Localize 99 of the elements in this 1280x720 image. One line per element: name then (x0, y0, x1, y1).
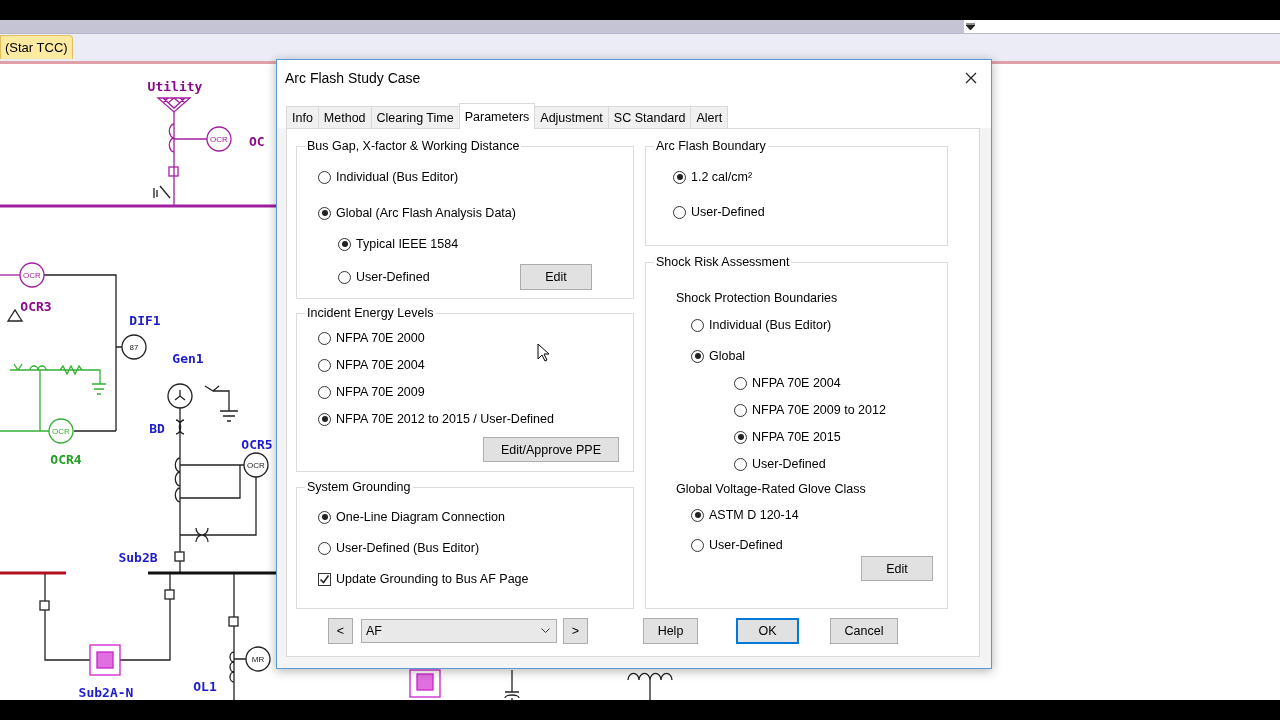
radio-button[interactable] (691, 318, 704, 332)
radio-button[interactable] (734, 457, 747, 471)
tab[interactable]: Parameters (458, 103, 536, 129)
diagram-label: OC (249, 134, 265, 149)
edit-approve-button[interactable]: Edit/Approve PPE (483, 437, 619, 462)
radio-button[interactable] (673, 205, 686, 219)
edit-button[interactable]: Edit (861, 556, 933, 581)
group-title: Bus Gap, X-factor & Working Distance (306, 139, 521, 153)
option-label: NFPA 70E 2012 to 2015 / User-Defined (336, 412, 554, 426)
tab[interactable]: SC Standard (607, 106, 692, 128)
option-label: NFPA 70E 2004 (336, 358, 425, 372)
radio-button[interactable] (318, 385, 331, 399)
option-label: User-Defined (752, 457, 826, 471)
diagram-label: Utility (147, 79, 203, 94)
option-label: Global (Arc Flash Analysis Data) (336, 206, 516, 220)
edit-button[interactable]: Edit (520, 264, 592, 290)
radio-button[interactable] (338, 237, 351, 251)
section-heading: Global Voltage-Rated Glove Class (676, 482, 867, 496)
option-label: User-Defined (356, 270, 430, 284)
tab[interactable]: Info (286, 106, 319, 128)
dialog-button[interactable]: Cancel (830, 618, 898, 644)
group-title: Arc Flash Boundary (655, 139, 767, 153)
option-label: ASTM D 120-14 (709, 508, 799, 522)
diagram-label: DIF1 (129, 313, 161, 328)
breaker-icon (174, 551, 185, 562)
diagram-label: OCR4 (50, 452, 82, 467)
dialog-button[interactable]: OK (736, 618, 799, 644)
relay-symbol: OCR (48, 418, 74, 444)
close-icon[interactable] (965, 72, 977, 84)
group-title: Incident Energy Levels (306, 306, 435, 320)
radio-button[interactable] (691, 349, 704, 363)
diagram-label: Sub2A-N (78, 685, 134, 700)
dropdown-field[interactable]: AF (361, 619, 557, 643)
relay-symbol: OCR (19, 262, 45, 288)
option-label: 1.2 cal/cm² (691, 170, 753, 184)
generator-drawing (167, 383, 239, 422)
radio-button[interactable] (691, 508, 704, 522)
dropdown-field[interactable] (964, 20, 1280, 33)
radio-button[interactable] (318, 510, 331, 524)
option-label: Individual (Bus Editor) (336, 170, 459, 184)
option-label: Global (709, 349, 746, 363)
radio-button[interactable] (318, 170, 331, 184)
option-label: Typical IEEE 1584 (356, 237, 459, 251)
group-title: Shock Risk Assessment (655, 255, 791, 269)
radio-button[interactable] (734, 403, 747, 417)
relay-symbol: OCR (243, 452, 269, 478)
cursor-icon (537, 343, 549, 362)
tab[interactable]: Alert (690, 106, 729, 128)
checkbox[interactable] (318, 572, 331, 586)
capacitor-icon (504, 669, 520, 702)
radio-button[interactable] (318, 358, 331, 372)
inductor-icon (627, 672, 673, 702)
bus-bar (0, 571, 66, 575)
relay-symbol: 87 (121, 334, 147, 360)
substation-icon (409, 669, 441, 698)
radio-button[interactable] (318, 206, 331, 220)
caret-icon (966, 23, 975, 30)
diagram-label: OL1 (193, 679, 217, 694)
breaker-icon (228, 616, 239, 627)
section-heading: Shock Protection Boundaries (676, 291, 839, 305)
document-tab[interactable]: (Star TCC) (0, 35, 73, 59)
relay-symbol: OCR (206, 126, 232, 152)
breaker-icon (39, 600, 50, 611)
option-label: Update Grounding to Bus AF Page (336, 572, 529, 586)
diagram-label: BD (149, 421, 165, 436)
option-label: User-Defined (691, 205, 765, 219)
tab[interactable]: Clearing Time (370, 106, 460, 128)
substation-icon (89, 644, 121, 676)
tab[interactable]: Method (317, 106, 372, 128)
diagram-label: OCR3 (20, 299, 52, 314)
option-label: NFPA 70E 2015 (752, 430, 841, 444)
radio-button[interactable] (318, 541, 331, 555)
option-label: One-Line Diagram Connection (336, 510, 505, 524)
radio-button[interactable] (691, 538, 704, 552)
breaker-icon (164, 589, 175, 600)
group-title: System Grounding (306, 480, 412, 494)
diagram-label: Gen1 (172, 351, 204, 366)
option-label: NFPA 70E 2009 (336, 385, 425, 399)
radio-button[interactable] (318, 412, 331, 426)
previous-button[interactable]: < (328, 618, 353, 644)
option-label: User-Defined (Bus Editor) (336, 541, 480, 555)
relay-symbol: MR (245, 646, 271, 672)
next-button[interactable]: > (563, 618, 588, 644)
caret-icon (541, 628, 550, 634)
option-label: NFPA 70E 2000 (336, 331, 425, 345)
diagram-label: OCR5 (241, 437, 273, 452)
radio-button[interactable] (734, 376, 747, 390)
option-label: NFPA 70E 2009 to 2012 (752, 403, 886, 417)
diagram-label: Sub2B (118, 550, 158, 565)
radio-button[interactable] (318, 331, 331, 345)
tab[interactable]: Adjustment (534, 106, 609, 128)
option-label: NFPA 70E 2004 (752, 376, 841, 390)
window-title: Arc Flash Study Case (285, 70, 421, 86)
dialog-button[interactable]: Help (643, 618, 698, 644)
radio-button[interactable] (338, 270, 351, 284)
radio-button[interactable] (673, 170, 686, 184)
option-label: Individual (Bus Editor) (709, 318, 832, 332)
option-label: User-Defined (709, 538, 783, 552)
radio-button[interactable] (734, 430, 747, 444)
